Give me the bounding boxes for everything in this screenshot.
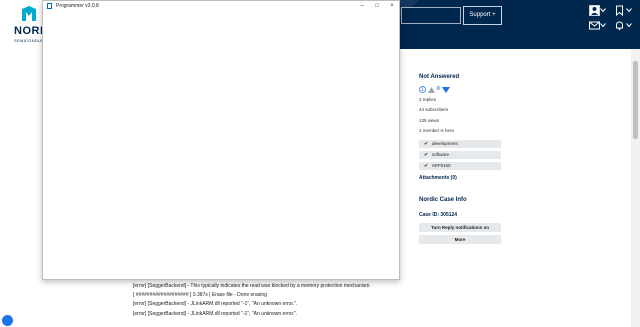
user-avatar-icon[interactable] <box>589 5 600 16</box>
log-line: [error] [SeggerBackend] - This typically… <box>133 283 371 289</box>
chevron-down-icon[interactable] <box>626 7 632 13</box>
tag-icon: ✔ <box>424 141 429 147</box>
window-title-bar[interactable]: Programmer v3.0.8 – □ × <box>43 1 399 11</box>
case-id: Case ID: 305124 <box>419 212 458 218</box>
minimize-button[interactable]: – <box>355 1 369 11</box>
log-line: [error] [SeggerBackend] - JLinkARM.dll r… <box>133 301 298 307</box>
scrollbar-thumb[interactable] <box>633 61 638 139</box>
reply-notifications-button[interactable]: Turn Reply notifications on <box>419 223 501 232</box>
log-line: [error] [SeggerBackend] - JLinkARM.dll r… <box>133 311 298 317</box>
nordic-logo-icon <box>22 6 36 21</box>
tag-icon: ✔ <box>424 152 429 158</box>
chevron-down-icon[interactable] <box>600 22 606 28</box>
members-here: 1 member is here <box>419 128 455 133</box>
tag-label: development <box>432 141 458 146</box>
close-button[interactable]: × <box>385 1 399 11</box>
more-button[interactable]: More <box>419 235 501 244</box>
tag-nrf9160[interactable]: ✔ nRF9160 <box>419 162 501 170</box>
case-info-heading: Nordic Case Info <box>419 197 467 203</box>
vote-widget: 0 <box>419 86 501 94</box>
window-title: Programmer v3.0.8 <box>56 3 99 9</box>
notification-bell-icon[interactable] <box>614 20 625 31</box>
upvote-icon[interactable] <box>428 87 435 93</box>
chat-widget-icon[interactable] <box>2 315 13 326</box>
mail-icon[interactable] <box>589 20 600 31</box>
attachments-heading[interactable]: Attachments (0) <box>419 175 501 181</box>
window-content <box>43 11 399 279</box>
search-input[interactable] <box>401 7 461 24</box>
chevron-down-icon[interactable] <box>600 7 606 13</box>
tag-software[interactable]: ✔ software <box>419 151 501 159</box>
log-line: [ ################### ] 0.387s | Erase f… <box>133 292 267 298</box>
programmer-window[interactable]: Programmer v3.0.8 – □ × <box>42 0 400 280</box>
info-icon[interactable] <box>419 86 426 93</box>
support-button[interactable]: Support + <box>463 6 502 25</box>
replies-count: 2 replies <box>419 97 437 102</box>
tag-icon: ✔ <box>424 163 429 169</box>
app-icon <box>47 3 52 9</box>
views-count: 135 views <box>419 118 440 123</box>
chevron-down-icon[interactable] <box>626 22 632 28</box>
tag-development[interactable]: ✔ development <box>419 140 501 148</box>
subscribers-count: 44 subscribers <box>419 107 449 112</box>
tag-label: software <box>432 152 450 157</box>
status-heading: Not Answered <box>419 74 460 80</box>
maximize-button[interactable]: □ <box>370 1 384 11</box>
downvote-icon[interactable] <box>442 87 450 93</box>
tag-label: nRF9160 <box>432 163 451 168</box>
page-scrollbar[interactable] <box>631 49 640 327</box>
bookmark-icon[interactable] <box>614 5 625 16</box>
vote-count: 0 <box>437 86 440 92</box>
nordic-logo[interactable]: NORDI SEMICONDUCT <box>0 0 51 49</box>
